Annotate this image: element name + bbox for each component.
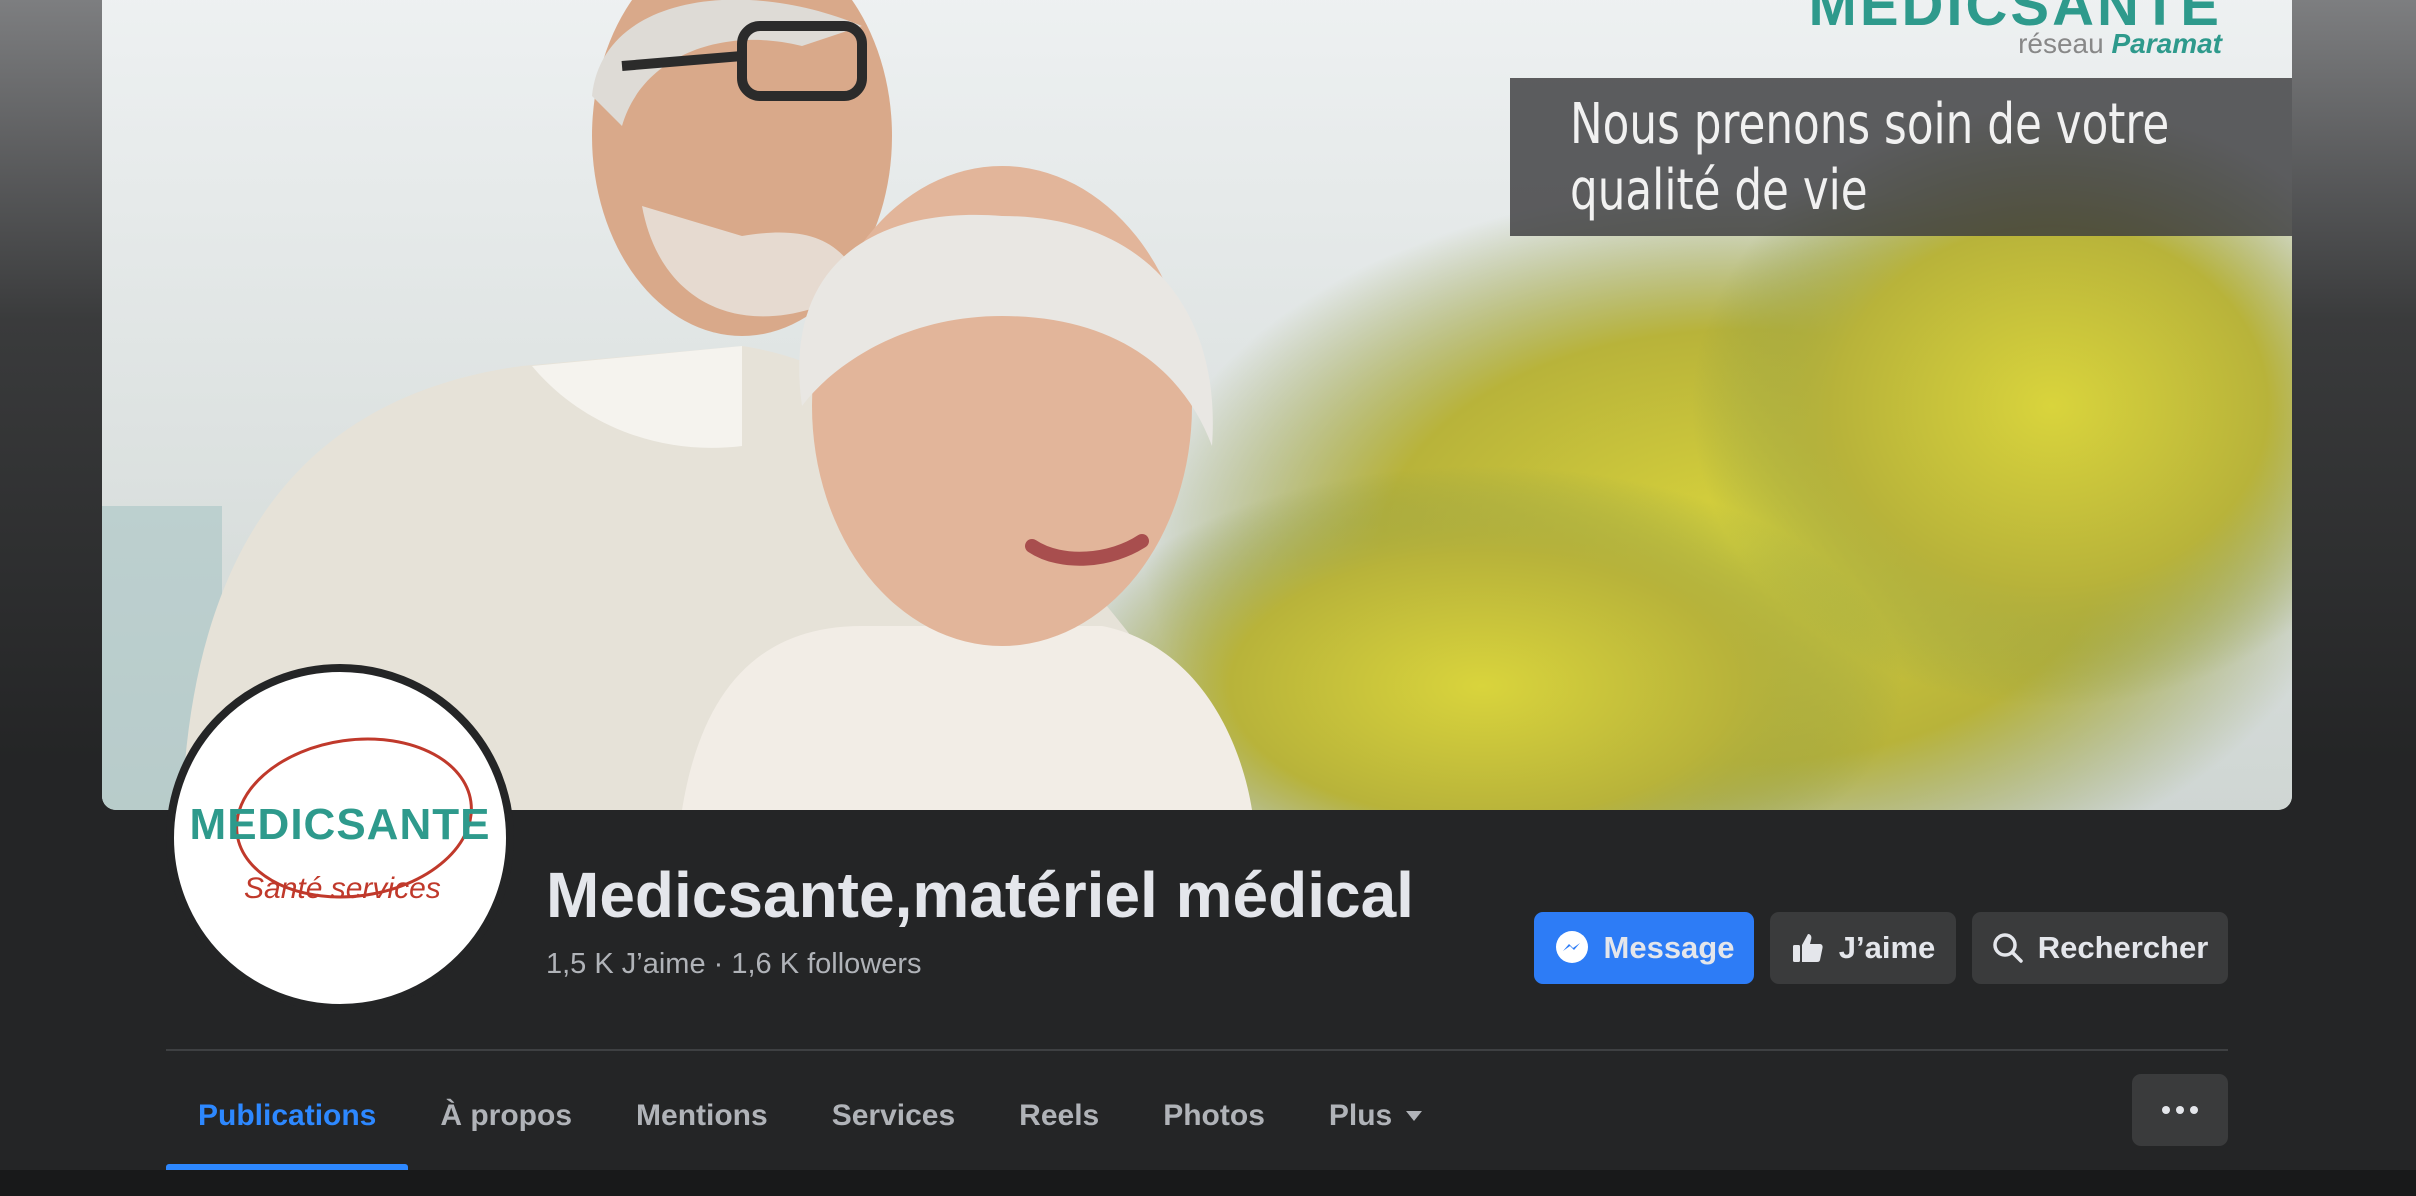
- tab-label: Publications: [198, 1099, 377, 1132]
- more-options-button[interactable]: [2132, 1074, 2228, 1146]
- header-divider: [166, 1049, 2228, 1051]
- facebook-page-header: MEDICSANTE réseau Paramat Nous prenons s…: [0, 0, 2416, 1196]
- search-button-label: Rechercher: [2037, 930, 2209, 965]
- tab-reels[interactable]: Reels: [987, 1062, 1131, 1170]
- tab-publications[interactable]: Publications: [166, 1062, 409, 1170]
- tab-photos[interactable]: Photos: [1131, 1062, 1297, 1170]
- tab-plus[interactable]: Plus: [1297, 1062, 1454, 1170]
- profile-avatar[interactable]: MEDICSANTE Santé services: [166, 664, 514, 1012]
- page-title: Medicsante,matériel médical: [546, 859, 1414, 931]
- search-icon: [1992, 933, 2023, 963]
- cover-tagline-line1: Nous prenons soin de votre: [1570, 92, 2170, 157]
- message-button-label: Message: [1603, 930, 1735, 965]
- page-content-edge: [0, 1170, 2416, 1196]
- avatar-brand-name: MEDICSANTE: [189, 800, 491, 849]
- thumbs-up-icon: [1792, 934, 1823, 962]
- like-button[interactable]: J’aime: [1770, 912, 1956, 984]
- tab-label: Plus: [1328, 1099, 1393, 1132]
- tab-label: À propos: [440, 1099, 573, 1132]
- messenger-icon: [1555, 931, 1588, 963]
- cover-brand-name: MEDICSANTE: [1808, 0, 2222, 38]
- caret-down-icon: [1406, 1111, 1423, 1121]
- more-dots-icon: [2162, 1106, 2198, 1114]
- cover-network-prefix: réseau: [2018, 28, 2104, 59]
- avatar-subtitle: Santé services: [244, 872, 441, 905]
- page-stats[interactable]: 1,5 K J’aime · 1,6 K followers: [546, 948, 922, 981]
- tab-label: Photos: [1163, 1099, 1265, 1132]
- page-tabs: Publications À propos Mentions Services …: [166, 1062, 1454, 1170]
- cover-brand-logo: MEDICSANTE réseau Paramat: [1809, 0, 2222, 60]
- tab-services[interactable]: Services: [800, 1062, 987, 1170]
- tab-a-propos[interactable]: À propos: [408, 1062, 604, 1170]
- cover-tagline-line2: qualité de vie: [1570, 158, 1868, 223]
- cover-tagline: Nous prenons soin de votre qualité de vi…: [1510, 78, 2292, 236]
- tab-label: Services: [831, 1099, 956, 1132]
- message-button[interactable]: Message: [1534, 912, 1754, 984]
- cover-network-name: Paramat: [2111, 28, 2222, 59]
- tab-mentions[interactable]: Mentions: [604, 1062, 800, 1170]
- tab-label: Mentions: [636, 1099, 768, 1132]
- search-button[interactable]: Rechercher: [1972, 912, 2228, 984]
- like-button-label: J’aime: [1838, 930, 1936, 965]
- tab-label: Reels: [1019, 1099, 1100, 1132]
